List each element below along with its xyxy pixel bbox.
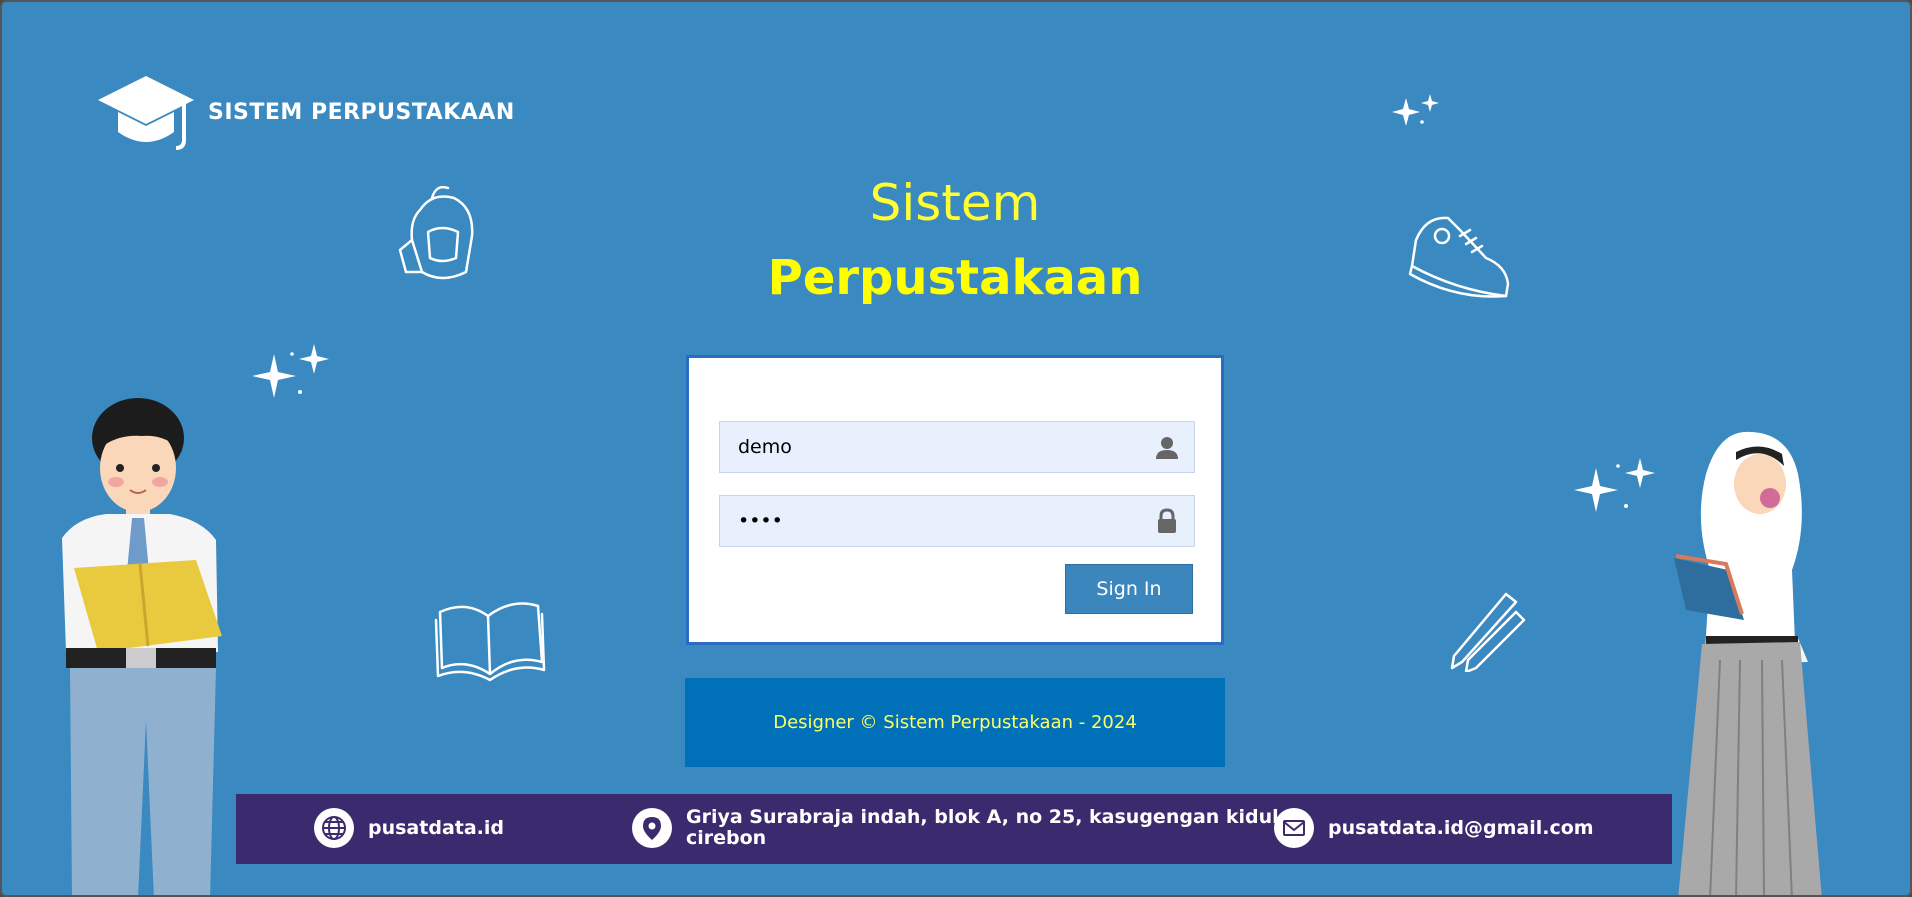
lock-icon <box>1158 508 1176 533</box>
globe-icon <box>322 816 346 840</box>
envelope-icon-wrap <box>1274 808 1314 848</box>
username-input[interactable] <box>720 421 1154 473</box>
website-text: pusatdata.id <box>368 816 504 839</box>
logo: SISTEM PERPUSTAKAAN <box>96 74 515 150</box>
user-icon <box>1156 437 1178 459</box>
sparkle-icon <box>1574 458 1655 512</box>
signin-button[interactable]: Sign In <box>1065 564 1193 614</box>
logo-text: SISTEM PERPUSTAKAAN <box>208 99 515 125</box>
copyright-text: Designer © Sistem Perpustakaan - 2024 <box>773 712 1137 733</box>
password-field[interactable] <box>719 495 1195 547</box>
map-pin-icon-wrap <box>632 808 672 848</box>
email-text: pusatdata.id@gmail.com <box>1328 816 1594 839</box>
pen-pencil-doodle-icon <box>1450 592 1526 672</box>
page-title-line2: Perpustakaan <box>767 250 1143 306</box>
globe-icon-wrap <box>314 808 354 848</box>
student-boy-illustration <box>62 398 222 895</box>
student-girl-illustration <box>1674 431 1822 895</box>
address-line1: Griya Surabraja indah, blok A, no 25, ka… <box>686 806 1286 828</box>
footer-website: pusatdata.id <box>314 808 504 848</box>
sparkle-icon <box>1392 94 1439 126</box>
open-book-doodle-icon <box>434 602 546 682</box>
copyright-bar: Designer © Sistem Perpustakaan - 2024 <box>685 678 1225 767</box>
page-title-line1: Sistem <box>869 174 1041 232</box>
username-field[interactable] <box>719 421 1195 473</box>
address-text: Griya Surabraja indah, blok A, no 25, ka… <box>686 807 1286 849</box>
envelope-icon <box>1283 820 1305 836</box>
graduation-cap-icon <box>98 76 194 150</box>
password-input[interactable] <box>720 495 1154 547</box>
login-card: Sign In <box>686 355 1224 645</box>
footer-address: Griya Surabraja indah, blok A, no 25, ka… <box>632 807 1286 849</box>
sparkle-icon <box>252 344 329 398</box>
address-line2: cirebon <box>686 827 767 849</box>
footer-info-bar: pusatdata.id Griya Surabraja indah, blok… <box>236 794 1672 864</box>
footer-email: pusatdata.id@gmail.com <box>1274 808 1594 848</box>
map-pin-icon <box>643 817 661 840</box>
login-page: SISTEM PERPUSTAKAAN Sistem Perpustakaan … <box>0 0 1912 897</box>
